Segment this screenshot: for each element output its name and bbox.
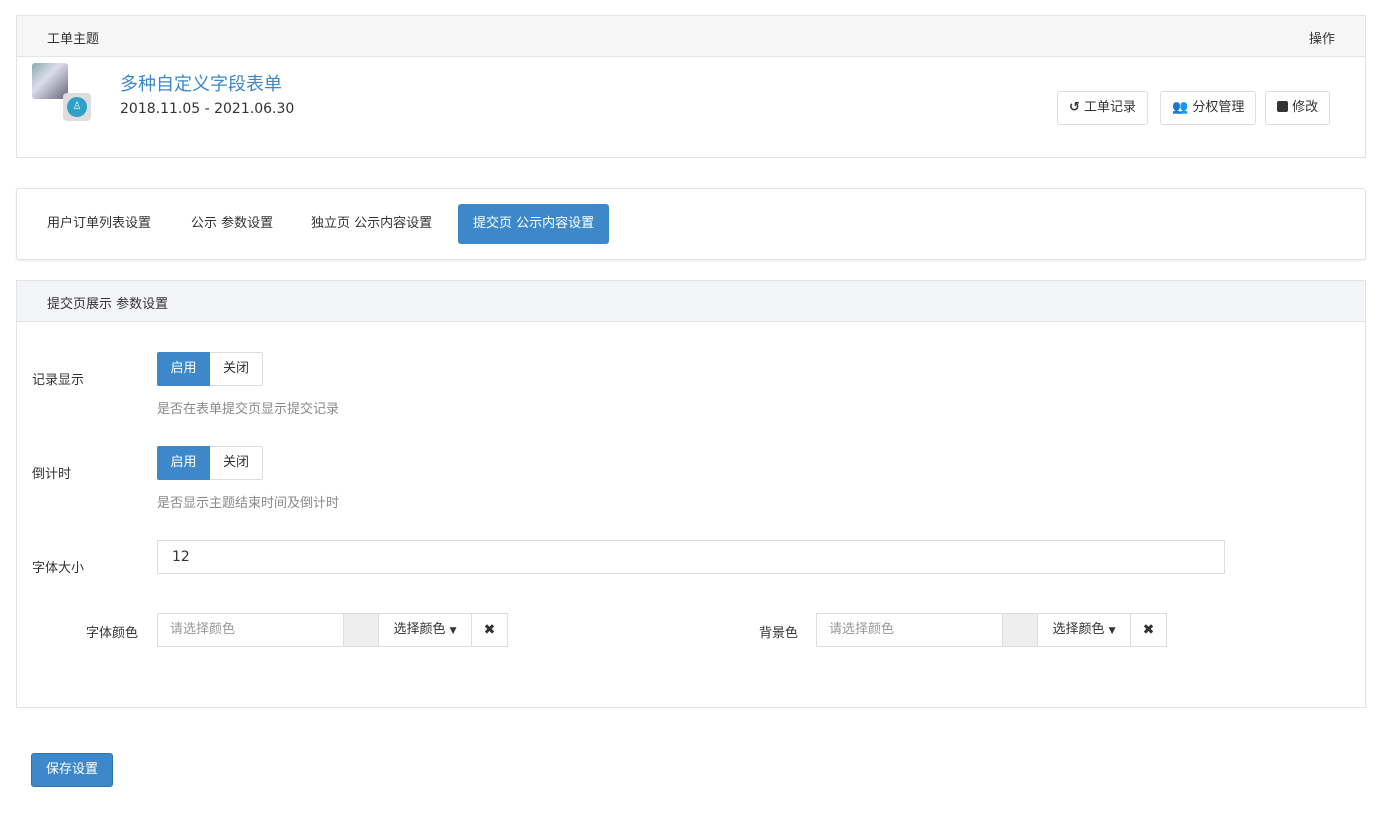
users-icon: 👥 [1172,100,1189,115]
ticket-history-button[interactable]: ↺ 工单记录 [1057,91,1149,125]
avatar [32,63,68,99]
dropdown-label: 选择颜色 [393,622,446,637]
clear-icon[interactable]: ✖ [471,614,507,646]
tab-bar: 用户订单列表设置 公示 参数设置 独立页 公示内容设置 提交页 公示内容设置 [16,188,1366,260]
group-badge-icon: ♙ [63,93,91,121]
record-display-enable[interactable]: 启用 [157,352,210,386]
save-settings-button[interactable]: 保存设置 [31,753,113,787]
ticket-title[interactable]: 多种自定义字段表单 [120,70,282,96]
button-label: 修改 [1292,100,1319,115]
subject-header: 工单主题 [47,32,100,47]
record-display-toggle: 启用 关闭 [157,352,263,386]
countdown-help: 是否显示主题结束时间及倒计时 [157,496,340,511]
record-display-disable[interactable]: 关闭 [210,352,263,386]
font-size-input[interactable]: 12 [157,540,1225,574]
tab-public-params[interactable]: 公示 参数设置 [176,204,288,244]
edit-button[interactable]: 修改 [1265,91,1331,125]
tab-order-list-settings[interactable]: 用户订单列表设置 [32,204,166,244]
permission-management-button[interactable]: 👥 分权管理 [1160,91,1257,125]
tab-submit-page[interactable]: 提交页 公示内容设置 [458,204,610,244]
bg-color-picker: 请选择颜色 选择颜色 ▼ ✖ [816,613,1167,647]
tab-standalone-page[interactable]: 独立页 公示内容设置 [296,204,447,244]
ticket-date-range: 2018.11.05 - 2021.06.30 [120,101,295,117]
countdown-enable[interactable]: 启用 [157,446,210,480]
font-color-swatch [343,614,378,646]
history-icon: ↺ [1069,100,1080,115]
bg-color-label: 背景色 [759,626,799,641]
countdown-label: 倒计时 [32,467,72,482]
font-color-dropdown[interactable]: 选择颜色 ▼ [378,614,471,646]
countdown-disable[interactable]: 关闭 [210,446,263,480]
font-color-picker: 请选择颜色 选择颜色 ▼ ✖ [157,613,508,647]
font-color-input[interactable]: 请选择颜色 [158,614,343,646]
font-size-label: 字体大小 [32,561,85,576]
record-display-help: 是否在表单提交页显示提交记录 [157,402,340,417]
caret-down-icon: ▼ [449,626,457,636]
countdown-toggle: 启用 关闭 [157,446,263,480]
bg-color-swatch [1002,614,1037,646]
edit-icon [1277,101,1288,112]
font-color-label: 字体颜色 [86,626,139,641]
dropdown-label: 选择颜色 [1052,622,1105,637]
button-label: 工单记录 [1084,100,1137,115]
bg-color-dropdown[interactable]: 选择颜色 ▼ [1037,614,1130,646]
button-label: 分权管理 [1192,100,1245,115]
caret-down-icon: ▼ [1108,626,1116,636]
actions-header: 操作 [1308,32,1335,47]
section-title: 提交页展示 参数设置 [47,297,169,312]
record-display-label: 记录显示 [32,373,85,388]
clear-icon[interactable]: ✖ [1130,614,1166,646]
bg-color-input[interactable]: 请选择颜色 [817,614,1002,646]
table-header: 工单主题 操作 [17,16,1365,57]
